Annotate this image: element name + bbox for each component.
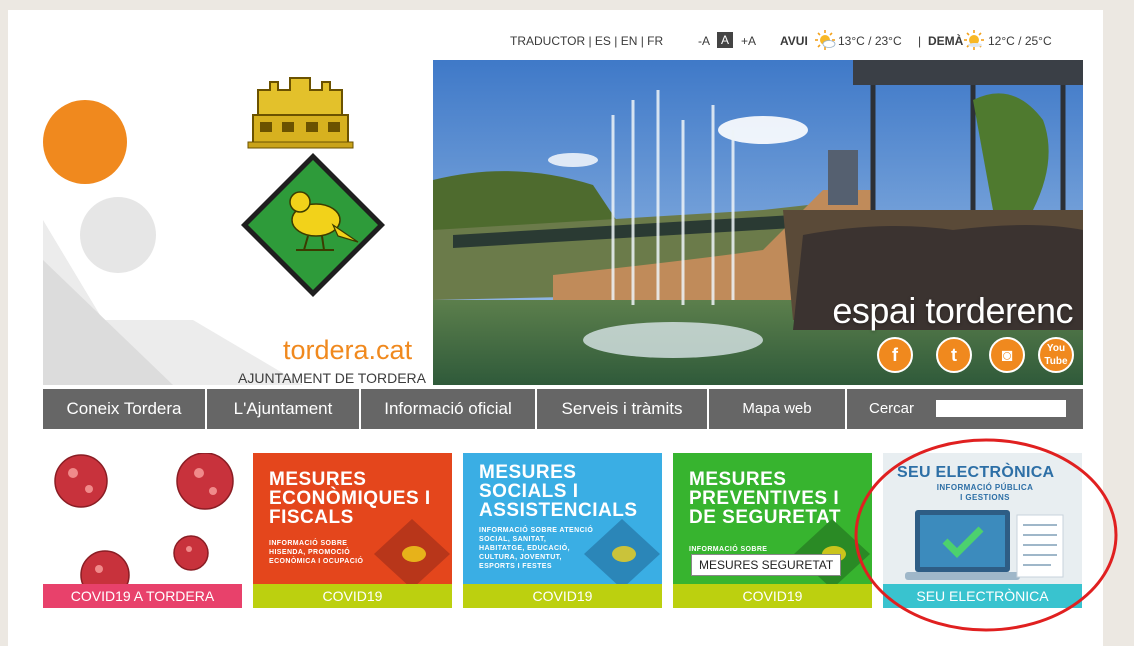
coat-of-arms-icon bbox=[241, 153, 385, 297]
twitter-icon[interactable]: t bbox=[936, 337, 972, 373]
nav-item-serveis-tramits[interactable]: Serveis i tràmits bbox=[537, 389, 709, 429]
nav-item-ajuntament[interactable]: L'Ajuntament bbox=[207, 389, 361, 429]
site-name[interactable]: tordera.cat bbox=[283, 335, 412, 366]
nav-item-coneix-tordera[interactable]: Coneix Tordera bbox=[43, 389, 207, 429]
header-logo-area[interactable]: tordera.cat AJUNTAMENT DE TORDERA bbox=[43, 60, 433, 385]
crown-icon bbox=[247, 77, 354, 149]
tile-description: INFORMACIÓ SOBRE bbox=[689, 546, 768, 553]
tile-mesures-economiques[interactable]: MESURES ECONÒMIQUES I FISCALS INFORMACIÓ… bbox=[253, 453, 452, 608]
tile-description: INFORMACIÓ SOBRE HISENDA, PROMOCIÓ ECONÒ… bbox=[269, 540, 364, 565]
font-normal-button[interactable]: A bbox=[717, 32, 734, 48]
translator-links[interactable]: TRADUCTOR | ES | EN | FR bbox=[510, 34, 663, 48]
tile-covid19-tordera[interactable]: COVID19 A TORDERA bbox=[43, 453, 242, 608]
today-label: AVUI bbox=[780, 34, 808, 48]
facebook-icon[interactable]: f bbox=[877, 337, 913, 373]
tile-caption: COVID19 bbox=[253, 584, 452, 608]
hero-banner: espai torderenc f t ◙ You Tube bbox=[433, 60, 1083, 385]
hero-title: espai torderenc bbox=[832, 290, 1073, 331]
utility-bar: TRADUCTOR | ES | EN | FR -A A +A AVUI 13… bbox=[8, 30, 1088, 52]
tile-title: MESURES SOCIALS I ASSISTENCIALS bbox=[479, 462, 638, 521]
tomorrow-label: DEMÀ bbox=[928, 34, 964, 48]
highlight-circle-annotation bbox=[854, 438, 1118, 632]
tile-mesures-socials[interactable]: MESURES SOCIALS I ASSISTENCIALS INFORMAC… bbox=[463, 453, 662, 608]
tomorrow-temperature: 12°C / 25°C bbox=[988, 34, 1052, 48]
tile-caption: COVID19 bbox=[673, 584, 872, 608]
sun-icon bbox=[964, 30, 984, 50]
nav-item-mapa-web[interactable]: Mapa web bbox=[709, 389, 847, 429]
bird-emblem-icon bbox=[374, 519, 450, 584]
virus-illustration bbox=[54, 453, 234, 584]
font-smaller-button[interactable]: -A bbox=[698, 34, 710, 48]
tile-description: INFORMACIÓ SOBRE ATENCIÓ SOCIAL, SANITAT… bbox=[479, 527, 594, 570]
tile-caption: COVID19 bbox=[463, 584, 662, 608]
fountain-photo bbox=[433, 60, 1083, 385]
tile-caption: COVID19 A TORDERA bbox=[43, 584, 242, 608]
nav-item-informacio-oficial[interactable]: Informació oficial bbox=[361, 389, 537, 429]
youtube-icon[interactable]: You Tube bbox=[1038, 337, 1074, 373]
weather-separator: | bbox=[918, 34, 922, 48]
search-input[interactable] bbox=[936, 400, 1066, 417]
bird-emblem-icon bbox=[584, 519, 660, 584]
tooltip: MESURES SEGURETAT bbox=[691, 554, 842, 576]
search-label: Cercar bbox=[869, 400, 915, 417]
sun-cloud-icon bbox=[815, 30, 836, 50]
page: TRADUCTOR | ES | EN | FR -A A +A AVUI 13… bbox=[8, 10, 1118, 646]
today-temperature: 13°C / 23°C bbox=[838, 34, 902, 48]
main-navigation: Coneix Tordera L'Ajuntament Informació o… bbox=[43, 389, 1083, 429]
instagram-icon[interactable]: ◙ bbox=[989, 337, 1025, 373]
tile-mesures-preventives[interactable]: MESURES PREVENTIVES I DE SEGURETAT INFOR… bbox=[673, 453, 872, 608]
site-subtitle: AJUNTAMENT DE TORDERA bbox=[238, 370, 426, 385]
font-larger-button[interactable]: +A bbox=[741, 34, 756, 48]
